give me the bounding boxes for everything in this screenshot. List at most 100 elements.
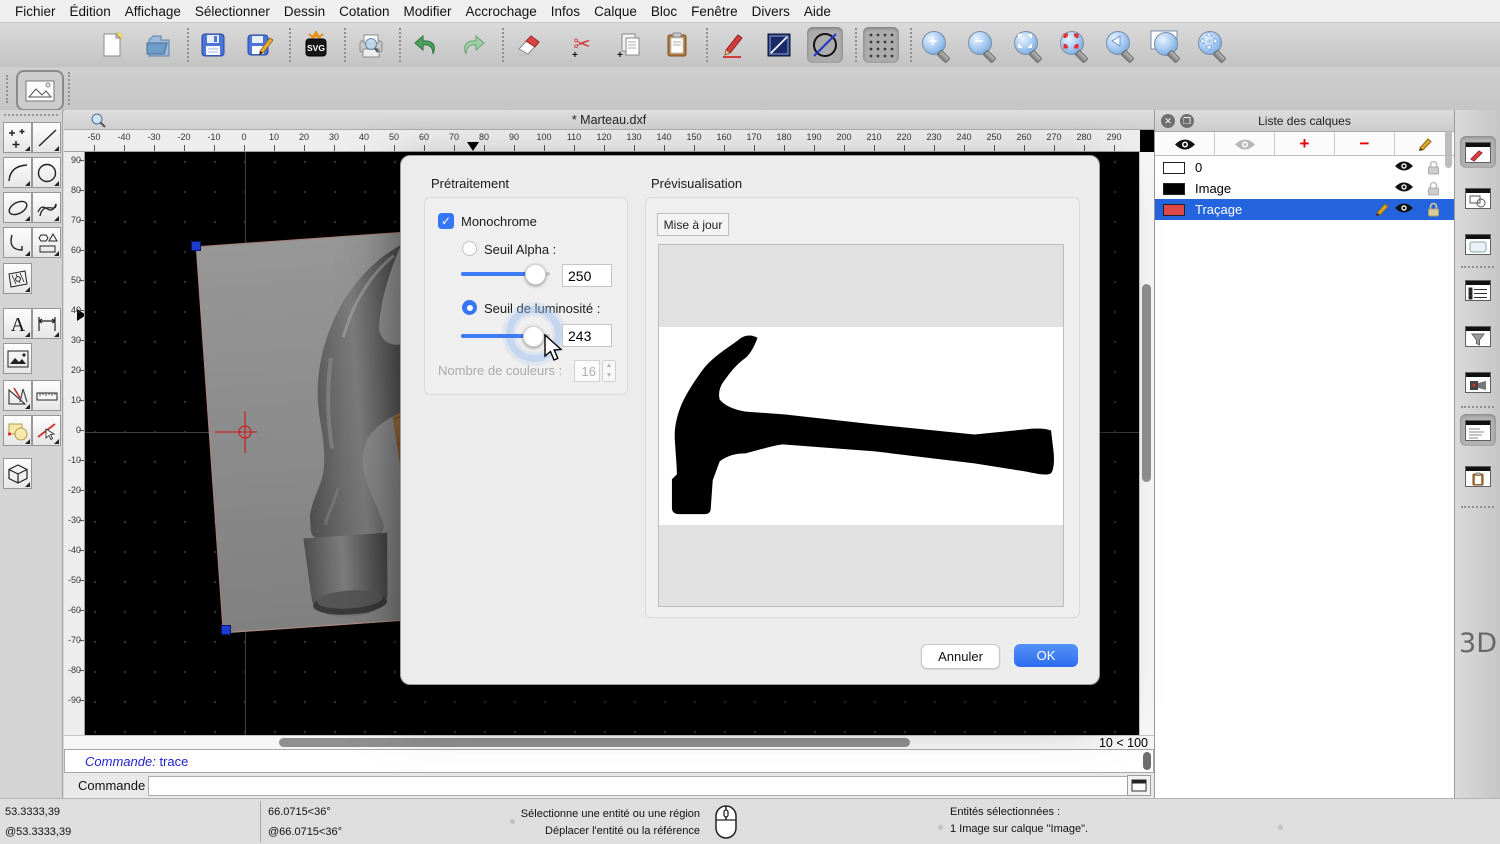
layer-lock-icon[interactable] xyxy=(1427,202,1440,217)
menu-edition[interactable]: Édition xyxy=(63,4,118,19)
polyline-tool[interactable] xyxy=(3,227,32,258)
image-insert-tool[interactable] xyxy=(3,343,32,374)
menu-accrochage[interactable]: Accrochage xyxy=(458,4,543,19)
menu-aide[interactable]: Aide xyxy=(797,4,838,19)
render-panel-toggle[interactable] xyxy=(1460,366,1496,398)
copy-button[interactable]: + xyxy=(611,27,647,63)
command-history-scrollbar[interactable] xyxy=(1143,752,1151,770)
menu-bloc[interactable]: Bloc xyxy=(644,4,684,19)
filter-panel-toggle[interactable] xyxy=(1460,320,1496,352)
layer-color-swatch[interactable] xyxy=(1163,204,1185,216)
monochrome-checkbox[interactable]: ✓ xyxy=(438,213,454,229)
command-terminal-button[interactable] xyxy=(1127,775,1151,796)
seuil-luminosite-radio[interactable] xyxy=(462,300,477,315)
arc-tool[interactable] xyxy=(3,157,32,188)
save-button[interactable] xyxy=(195,27,231,63)
vertical-scrollbar-thumb[interactable] xyxy=(1142,284,1151,482)
add-layer-button[interactable]: + xyxy=(1275,132,1335,156)
cube-3d-tool[interactable] xyxy=(3,458,32,489)
menu-modifier[interactable]: Modifier xyxy=(396,4,458,19)
zoom-window-button[interactable] xyxy=(1148,27,1184,63)
measure-tool[interactable] xyxy=(32,380,61,411)
horizontal-scrollbar[interactable] xyxy=(64,735,1154,749)
layer-color-swatch[interactable] xyxy=(1163,183,1185,195)
menu-dessin[interactable]: Dessin xyxy=(277,4,332,19)
zoom-out-button[interactable]: − xyxy=(964,27,1000,63)
layer-row-tracage[interactable]: Traçage xyxy=(1155,199,1454,220)
grid-toggle[interactable] xyxy=(863,27,899,63)
line-settings-button[interactable] xyxy=(761,27,797,63)
menu-fenetre[interactable]: Fenêtre xyxy=(684,4,745,19)
seuil-luminosite-slider-thumb[interactable] xyxy=(523,326,544,347)
seuil-alpha-field[interactable] xyxy=(562,264,612,287)
3d-mode-label[interactable]: 3D xyxy=(1458,628,1498,659)
zoom-selection-button[interactable] xyxy=(1056,27,1092,63)
vertical-scrollbar[interactable] xyxy=(1139,152,1154,735)
hide-all-layers-button[interactable] xyxy=(1215,132,1275,156)
layers-panel-toggle[interactable] xyxy=(1460,136,1496,168)
layer-edit-pencil-icon[interactable] xyxy=(1374,202,1390,216)
line-tool[interactable] xyxy=(32,122,61,153)
seuil-alpha-radio[interactable] xyxy=(462,241,477,256)
layers-panel-scrollbar[interactable] xyxy=(1445,130,1452,168)
pan-button[interactable] xyxy=(1194,27,1230,63)
layer-row-image[interactable]: Image xyxy=(1155,178,1454,199)
cut-button[interactable]: ✂+ xyxy=(564,27,600,63)
paste-button[interactable] xyxy=(659,27,695,63)
menu-calque[interactable]: Calque xyxy=(587,4,644,19)
selection-handle-top[interactable] xyxy=(191,241,201,251)
zoom-previous-button[interactable] xyxy=(1102,27,1138,63)
hatch-tool[interactable] xyxy=(3,263,32,294)
open-file-button[interactable] xyxy=(141,27,177,63)
layer-lock-icon[interactable] xyxy=(1427,160,1440,175)
shapes-tool[interactable] xyxy=(32,227,61,258)
clipboard-panel-toggle[interactable] xyxy=(1460,460,1496,492)
menu-affichage[interactable]: Affichage xyxy=(118,4,188,19)
boolean-panel-toggle[interactable] xyxy=(1460,182,1496,214)
ellipse-tool[interactable] xyxy=(3,192,32,223)
ok-button[interactable]: OK xyxy=(1014,644,1078,667)
cancel-button[interactable]: Annuler xyxy=(921,644,1000,669)
menu-selectionner[interactable]: Sélectionner xyxy=(188,4,277,19)
zoom-extents-button[interactable] xyxy=(1010,27,1046,63)
menu-cotation[interactable]: Cotation xyxy=(332,4,396,19)
menu-divers[interactable]: Divers xyxy=(745,4,797,19)
document-titlebar[interactable]: * Marteau.dxf xyxy=(64,110,1154,130)
redo-button[interactable] xyxy=(455,27,491,63)
circle-tool[interactable] xyxy=(32,157,61,188)
layer-row-0[interactable]: 0 xyxy=(1155,157,1454,178)
erase-button[interactable] xyxy=(511,27,547,63)
menu-infos[interactable]: Infos xyxy=(544,4,587,19)
properties-panel-toggle[interactable] xyxy=(1460,228,1496,260)
draw-mode-button[interactable] xyxy=(714,27,750,63)
show-all-layers-button[interactable] xyxy=(1155,132,1215,156)
layer-visibility-icon[interactable] xyxy=(1394,181,1414,193)
zoom-in-button[interactable]: + xyxy=(918,27,954,63)
svg-export-button[interactable]: SVG xyxy=(298,27,334,63)
command-input[interactable] xyxy=(148,776,1134,796)
points-tool[interactable] xyxy=(3,122,32,153)
remove-layer-button[interactable]: − xyxy=(1335,132,1395,156)
undo-button[interactable] xyxy=(408,27,444,63)
spline-tool[interactable] xyxy=(32,192,61,223)
circle-line-toggle[interactable] xyxy=(807,27,843,63)
blocks-panel-toggle[interactable] xyxy=(1460,274,1496,306)
print-preview-button[interactable] xyxy=(353,27,389,63)
save-as-button[interactable] xyxy=(242,27,278,63)
layer-lock-icon[interactable] xyxy=(1427,181,1440,196)
seuil-alpha-slider-thumb[interactable] xyxy=(525,264,546,285)
selection-handle-bottom[interactable] xyxy=(221,625,231,635)
dimension-tool[interactable] xyxy=(32,308,61,339)
history-panel-toggle[interactable] xyxy=(1460,414,1496,446)
text-tool[interactable]: A xyxy=(3,308,32,339)
layer-color-swatch[interactable] xyxy=(1163,162,1185,174)
layer-visibility-icon[interactable] xyxy=(1394,202,1414,214)
seuil-luminosite-field[interactable] xyxy=(562,324,612,347)
image-tool-button[interactable] xyxy=(16,70,64,111)
new-file-button[interactable] xyxy=(94,27,130,63)
construction-tool[interactable] xyxy=(3,380,32,411)
horizontal-scrollbar-thumb[interactable] xyxy=(279,738,910,747)
region-tool[interactable] xyxy=(3,415,32,446)
trim-tool[interactable] xyxy=(32,415,61,446)
menu-fichier[interactable]: Fichier xyxy=(8,4,63,19)
